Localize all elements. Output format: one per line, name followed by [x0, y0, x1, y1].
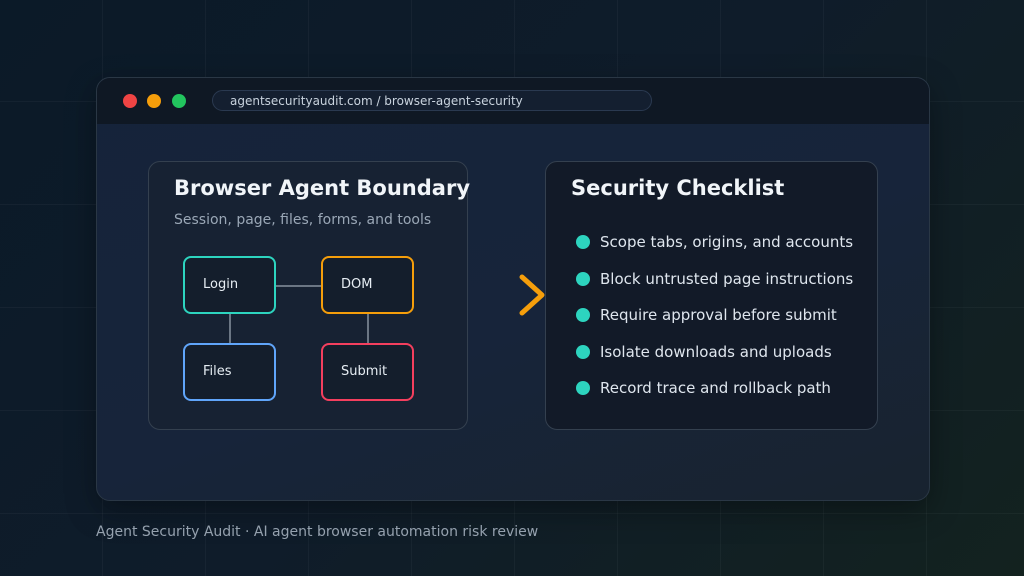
- checklist-item-label: Isolate downloads and uploads: [600, 342, 832, 361]
- node-dom: DOM: [321, 256, 414, 314]
- checklist-item-label: Block untrusted page instructions: [600, 269, 854, 288]
- node-login: Login: [183, 256, 276, 314]
- checklist-item-label: Record trace and rollback path: [600, 379, 831, 397]
- address-bar-text: agentsecurityaudit.com / browser-agent-s…: [230, 94, 523, 108]
- check-bullet-icon: [576, 271, 590, 286]
- node-submit-label: Submit: [341, 364, 388, 379]
- boundary-panel-title: Browser Agent Boundary: [174, 176, 471, 200]
- check-bullet-icon: [576, 344, 590, 359]
- connector-login-dom: [276, 285, 321, 287]
- checklist-item-label: Scope tabs, origins, and accounts: [600, 233, 854, 251]
- browser-window: agentsecurityaudit.com / browser-agent-s…: [96, 77, 930, 501]
- connector-login-files: [229, 314, 231, 343]
- window-close-button[interactable]: [123, 94, 137, 108]
- footer-caption: Agent Security Audit · AI agent browser …: [96, 524, 539, 540]
- chevron-right-icon: [519, 274, 545, 316]
- node-files-label: Files: [203, 364, 232, 379]
- connector-dom-submit: [367, 314, 369, 343]
- checklist-item-label: Require approval before submit: [600, 306, 837, 324]
- boundary-panel: Browser Agent Boundary Session, page, fi…: [148, 161, 471, 430]
- checklist-panel-title: Security Checklist: [571, 176, 785, 200]
- checklist-panel: Security Checklist Scope tabs, origins, …: [545, 161, 878, 430]
- node-submit: Submit: [321, 343, 414, 401]
- check-bullet-icon: [576, 235, 590, 249]
- browser-titlebar: agentsecurityaudit.com / browser-agent-s…: [97, 78, 929, 124]
- boundary-panel-subtitle: Session, page, files, forms, and tools: [174, 212, 432, 228]
- check-bullet-icon: [576, 308, 590, 322]
- address-bar[interactable]: agentsecurityaudit.com / browser-agent-s…: [212, 90, 652, 111]
- window-minimize-button[interactable]: [147, 94, 161, 108]
- node-dom-label: DOM: [341, 277, 373, 292]
- node-login-label: Login: [203, 277, 239, 292]
- check-bullet-icon: [576, 381, 590, 395]
- window-maximize-button[interactable]: [172, 94, 186, 108]
- node-files: Files: [183, 343, 276, 401]
